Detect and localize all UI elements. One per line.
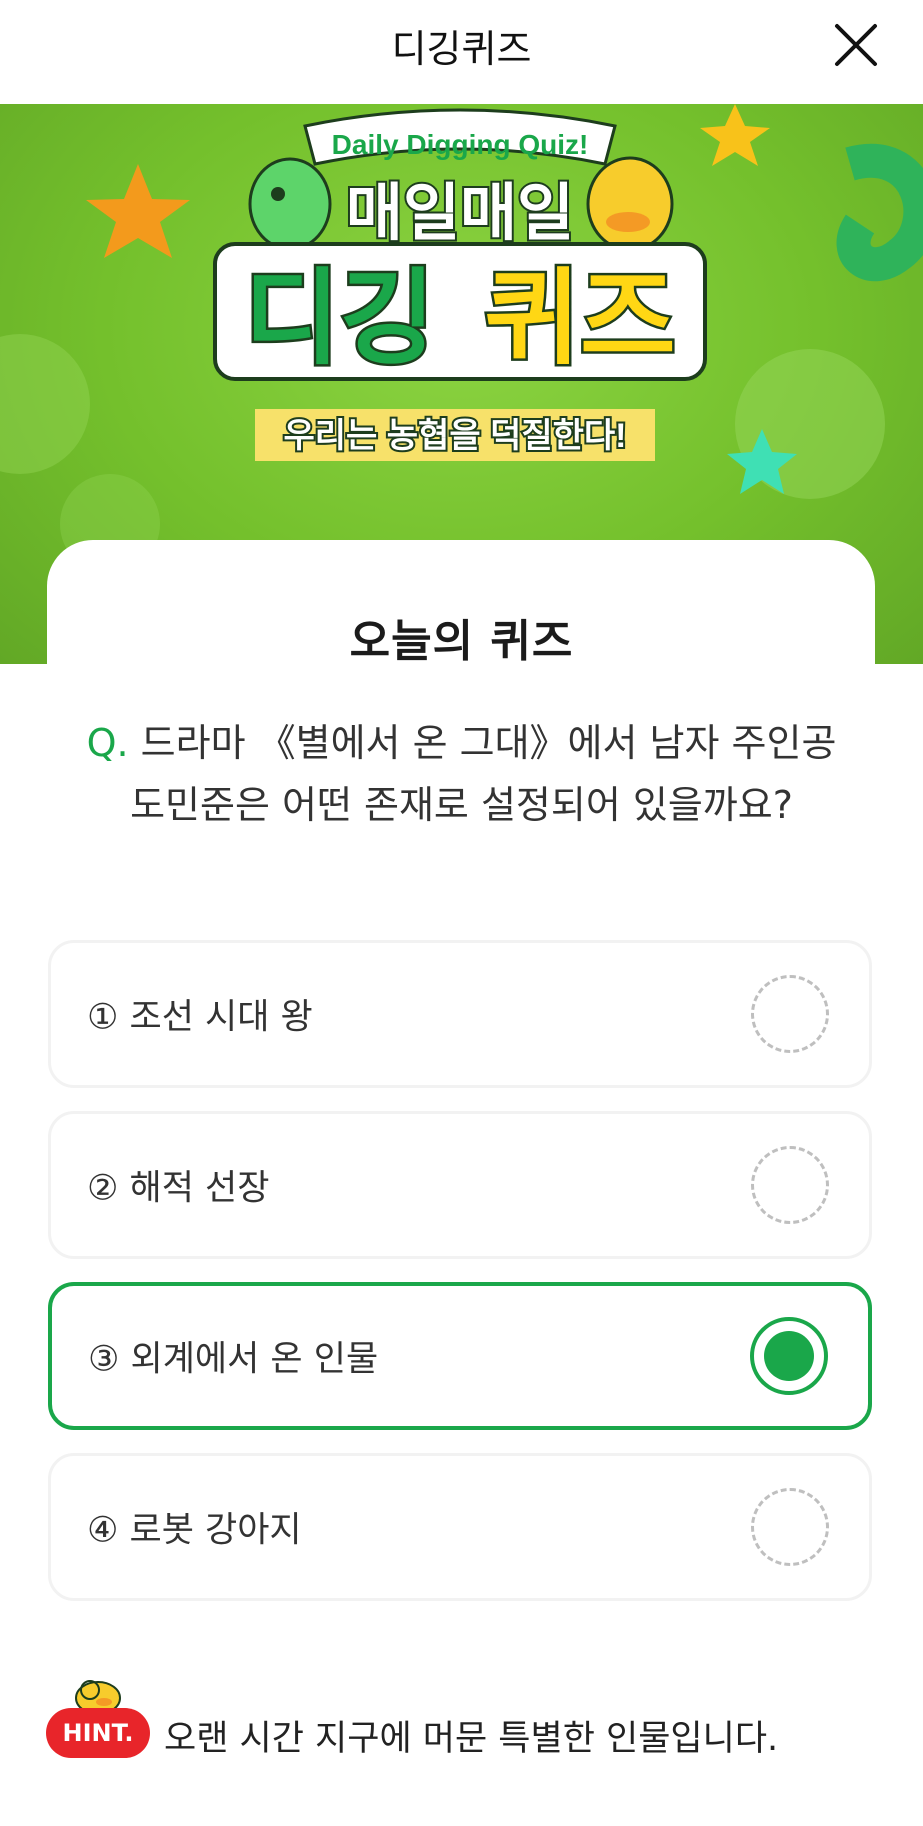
banner-headline-2a: 디깅 — [244, 261, 435, 377]
option-label: ④ 로봇 강아지 — [87, 1510, 302, 1551]
option-4[interactable]: ④ 로봇 강아지 — [48, 1453, 872, 1601]
radio-button-selected[interactable] — [750, 1317, 828, 1395]
star-icon — [86, 164, 190, 258]
close-icon[interactable] — [833, 22, 879, 68]
top-bar: 디깅퀴즈 — [0, 0, 923, 104]
duck-mascot-icon — [586, 156, 674, 252]
banner-ribbon-text: Daily Digging Quiz! — [332, 129, 589, 160]
question-prefix: Q. — [86, 721, 129, 765]
hint: HINT. 오랜 시간 지구에 머문 특별한 인물입니다. — [46, 1670, 886, 1780]
option-3[interactable]: ③ 외계에서 온 인물 — [48, 1282, 872, 1430]
option-2[interactable]: ② 해적 선장 — [48, 1111, 872, 1259]
radio-button[interactable] — [751, 1488, 829, 1566]
green-mascot-icon — [248, 157, 332, 251]
banner-headline-1: 매일매일 — [346, 179, 574, 248]
quiz-heading-wrap: 오늘의 퀴즈 — [0, 605, 923, 669]
option-label: ③ 외계에서 온 인물 — [88, 1339, 379, 1380]
page-title: 디깅퀴즈 — [391, 27, 532, 71]
banner-headline-2b: 퀴즈 — [484, 261, 675, 377]
option-1[interactable]: ① 조선 시대 왕 — [48, 940, 872, 1088]
banner-tagline: 우리는 농협을 덕질한다! — [283, 417, 626, 455]
option-label: ① 조선 시대 왕 — [87, 997, 313, 1038]
question-text: 드라마 《별에서 온 그대》에서 남자 주인공 도민준은 어떤 존재로 설정되어… — [130, 721, 837, 827]
question: Q. 드라마 《별에서 온 그대》에서 남자 주인공 도민준은 어떤 존재로 설… — [80, 712, 843, 836]
star-icon — [700, 104, 770, 166]
quiz-heading: 오늘의 퀴즈 — [339, 605, 584, 669]
option-label: ② 해적 선장 — [87, 1168, 270, 1209]
hint-badge: HINT. — [46, 1708, 150, 1758]
hint-text: 오랜 시간 지구에 머문 특별한 인물입니다. — [164, 1719, 779, 1759]
radio-button[interactable] — [751, 1146, 829, 1224]
radio-button[interactable] — [751, 975, 829, 1053]
